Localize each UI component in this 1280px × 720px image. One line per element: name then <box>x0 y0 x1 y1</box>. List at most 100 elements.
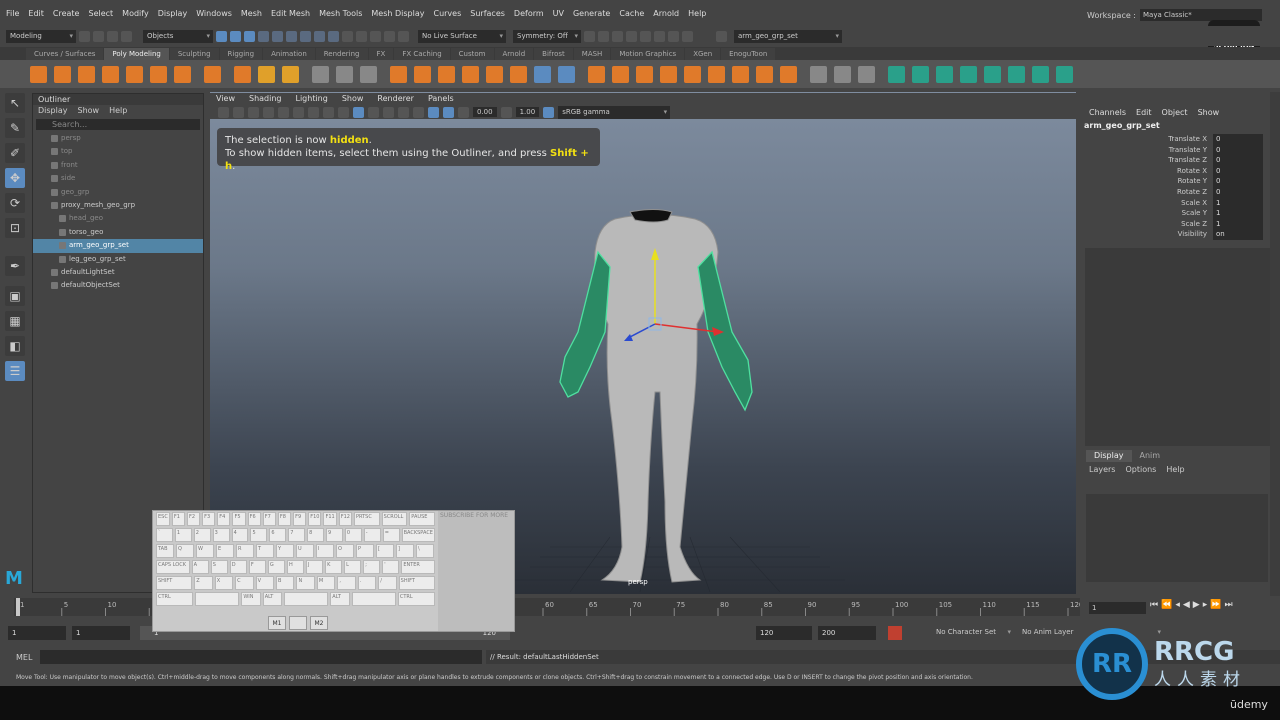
attr-value-field[interactable]: 0 <box>1213 165 1263 177</box>
film-gate-icon[interactable] <box>293 106 304 118</box>
unfold-icon[interactable] <box>1008 65 1025 83</box>
gamma-icon[interactable] <box>500 106 512 118</box>
shelf-tab-fx-caching[interactable]: FX Caching <box>394 48 450 60</box>
render-settings-icon[interactable] <box>626 30 637 42</box>
character-set-dropdown[interactable]: No Character Set <box>932 626 1014 639</box>
planar-map-icon[interactable] <box>912 65 929 83</box>
cylindrical-map-icon[interactable] <box>936 65 953 83</box>
lasso-tool-icon[interactable]: ✎ <box>5 118 25 138</box>
measure-icon[interactable] <box>360 65 377 83</box>
layer-menu-options[interactable]: Options <box>1125 465 1156 474</box>
channel-menu-object[interactable]: Object <box>1162 108 1188 117</box>
lock-selection-icon[interactable] <box>328 30 339 42</box>
shelf-tab-arnold[interactable]: Arnold <box>494 48 534 60</box>
menu-cache[interactable]: Cache <box>619 9 644 18</box>
layout-icon[interactable] <box>1032 65 1049 83</box>
ipr-render-icon[interactable] <box>612 30 623 42</box>
hypershade-icon[interactable] <box>640 30 651 42</box>
outliner-item-proxy-mesh-geo-grp[interactable]: proxy_mesh_geo_grp <box>33 199 203 212</box>
anim-start-field[interactable]: 1 <box>8 626 66 640</box>
outliner-item-torso-geo[interactable]: torso_geo <box>33 226 203 239</box>
go-to-start-icon[interactable]: ⏮ <box>1150 600 1158 610</box>
snap-view-icon[interactable] <box>384 30 395 42</box>
super-shape-icon[interactable] <box>234 65 251 83</box>
single-view-icon[interactable]: ▣ <box>5 286 25 306</box>
select-hierarchy-icon[interactable] <box>216 30 227 42</box>
layer-menu-help[interactable]: Help <box>1166 465 1184 474</box>
menuset-dropdown[interactable]: Modeling <box>6 29 76 43</box>
layer-list[interactable] <box>1086 494 1268 582</box>
color-management-icon[interactable] <box>543 106 555 118</box>
vertex-mask-icon[interactable] <box>258 30 269 42</box>
step-forward-frame-icon[interactable]: ▸ <box>1203 600 1208 610</box>
handles-mask-icon[interactable] <box>314 30 325 42</box>
attr-value-field[interactable]: 1 <box>1213 197 1263 209</box>
viewport-menu-renderer[interactable]: Renderer <box>377 93 414 105</box>
mel-label[interactable]: MEL <box>16 653 32 662</box>
auto-key-icon[interactable] <box>888 626 902 640</box>
shelf-tab-bifrost[interactable]: Bifrost <box>534 48 573 60</box>
shadows-icon[interactable] <box>413 106 424 118</box>
bookmark-icon[interactable] <box>248 106 259 118</box>
shelf-tab-rendering[interactable]: Rendering <box>315 48 368 60</box>
menu-uv[interactable]: UV <box>553 9 564 18</box>
combine-icon[interactable] <box>390 65 407 83</box>
layer-tab-display[interactable]: Display <box>1086 450 1132 462</box>
attr-row-rotate-y[interactable]: Rotate Y 0 <box>1083 176 1270 187</box>
selection-mode-dropdown[interactable]: Objects <box>143 29 213 43</box>
image-plane-icon[interactable] <box>263 106 274 118</box>
attr-row-translate-y[interactable]: Translate Y 0 <box>1083 144 1270 156</box>
offset-loop-icon[interactable] <box>858 65 875 83</box>
smooth-shade-icon[interactable] <box>338 106 349 118</box>
attr-row-scale-y[interactable]: Scale Y 1 <box>1083 208 1270 219</box>
side-tabs[interactable] <box>1270 92 1280 597</box>
mel-input[interactable] <box>40 650 482 664</box>
outliner-item-leg-geo-grp-set[interactable]: leg_geo_grp_set <box>33 253 203 266</box>
center-pivot-icon[interactable] <box>534 65 551 83</box>
step-forward-key-icon[interactable]: ⏩ <box>1210 600 1221 610</box>
menu-arnold[interactable]: Arnold <box>653 9 679 18</box>
shelf-tab-mash[interactable]: MASH <box>573 48 611 60</box>
outliner-search-input[interactable]: Search... <box>36 119 200 130</box>
sculpt-tool-icon[interactable] <box>312 65 329 83</box>
wedge-icon[interactable] <box>732 65 749 83</box>
boolean-icon[interactable] <box>486 65 503 83</box>
menu-windows[interactable]: Windows <box>196 9 232 18</box>
lights-icon[interactable] <box>398 106 409 118</box>
step-back-frame-icon[interactable]: ◂ <box>1175 600 1180 610</box>
textured-icon[interactable] <box>383 106 394 118</box>
attr-value-field[interactable]: on <box>1213 229 1263 240</box>
menu-deform[interactable]: Deform <box>514 9 544 18</box>
attr-row-translate-x[interactable]: Translate X 0 <box>1083 134 1270 145</box>
outliner-item-geo-grp[interactable]: geo_grp <box>33 186 203 199</box>
ambient-occlusion-icon[interactable] <box>443 106 454 118</box>
mirror-icon[interactable] <box>438 65 455 83</box>
menu-surfaces[interactable]: Surfaces <box>470 9 505 18</box>
outliner-item-defaultobjectset[interactable]: defaultObjectSet <box>33 279 203 292</box>
edge-mask-icon[interactable] <box>272 30 283 42</box>
platonic-solid-icon[interactable] <box>204 65 221 83</box>
shelf-tab-motion-graphics[interactable]: Motion Graphics <box>611 48 685 60</box>
go-to-end-icon[interactable]: ⏭ <box>1224 600 1232 610</box>
color-space-dropdown[interactable]: sRGB gamma <box>558 105 671 119</box>
select-component-icon[interactable] <box>244 30 255 42</box>
face-mask-icon[interactable] <box>286 30 297 42</box>
history-icon[interactable] <box>584 30 595 42</box>
scale-tool-icon[interactable]: ⊡ <box>5 218 25 238</box>
four-view-icon[interactable]: ▦ <box>5 311 25 331</box>
edge-loop-icon[interactable] <box>834 65 851 83</box>
outliner-menu-display[interactable]: Display <box>38 105 68 117</box>
current-time-marker[interactable] <box>16 598 20 616</box>
merge-icon[interactable] <box>708 65 725 83</box>
viewport-menu-shading[interactable]: Shading <box>249 93 282 105</box>
input-mode-icon[interactable] <box>716 30 727 42</box>
wireframe-on-shaded-icon[interactable] <box>353 106 364 118</box>
shelf-tab-poly-modeling[interactable]: Poly Modeling <box>104 48 169 60</box>
menu-curves[interactable]: Curves <box>433 9 461 18</box>
attr-row-scale-x[interactable]: Scale X 1 <box>1083 197 1270 209</box>
snap-curve-icon[interactable] <box>356 30 367 42</box>
append-poly-icon[interactable] <box>684 65 701 83</box>
poly-cube-icon[interactable] <box>54 65 71 83</box>
menu-mesh-display[interactable]: Mesh Display <box>371 9 424 18</box>
playback-start-field[interactable]: 1 <box>72 626 130 640</box>
